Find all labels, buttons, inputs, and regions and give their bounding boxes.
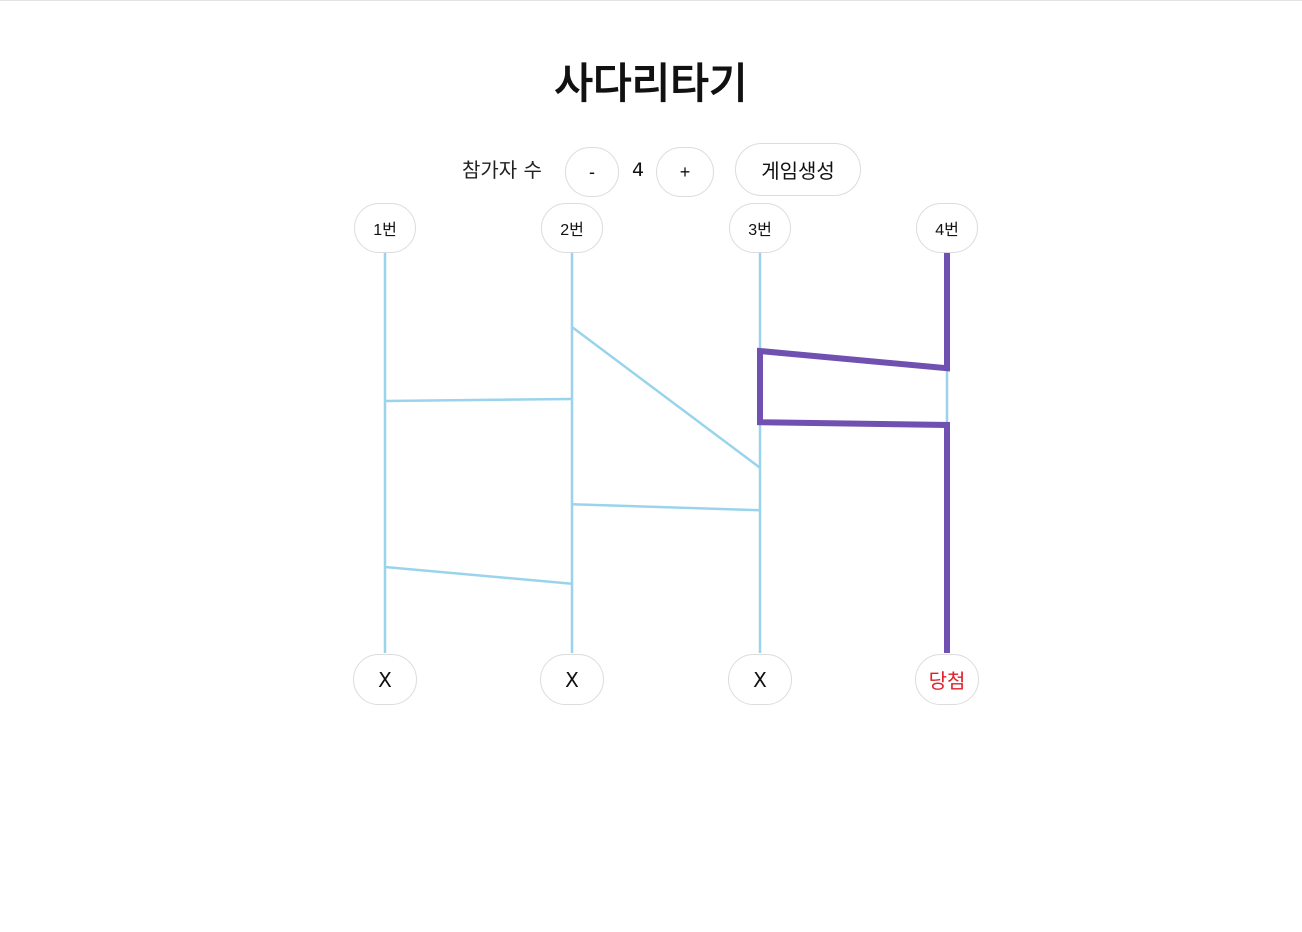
traced-path-line bbox=[757, 253, 950, 653]
player-button-3[interactable]: 3번 bbox=[729, 203, 791, 253]
ladder-rails bbox=[383, 253, 949, 653]
ladder-board bbox=[383, 253, 950, 653]
player-button-2[interactable]: 2번 bbox=[541, 203, 603, 253]
ladder-rung-2 bbox=[384, 565, 573, 586]
ladder-rung-1 bbox=[384, 397, 573, 403]
player-button-1[interactable]: 1번 bbox=[354, 203, 416, 253]
result-label-4: 당첨 bbox=[915, 654, 979, 705]
result-label-3: X bbox=[728, 654, 792, 705]
result-label-1: X bbox=[353, 654, 417, 705]
player-button-4[interactable]: 4번 bbox=[916, 203, 978, 253]
ladder-rung-3 bbox=[571, 325, 761, 469]
ladder-rung-4 bbox=[571, 502, 761, 512]
result-label-2: X bbox=[540, 654, 604, 705]
traced-path bbox=[757, 253, 950, 653]
ladder-rungs bbox=[384, 325, 948, 586]
